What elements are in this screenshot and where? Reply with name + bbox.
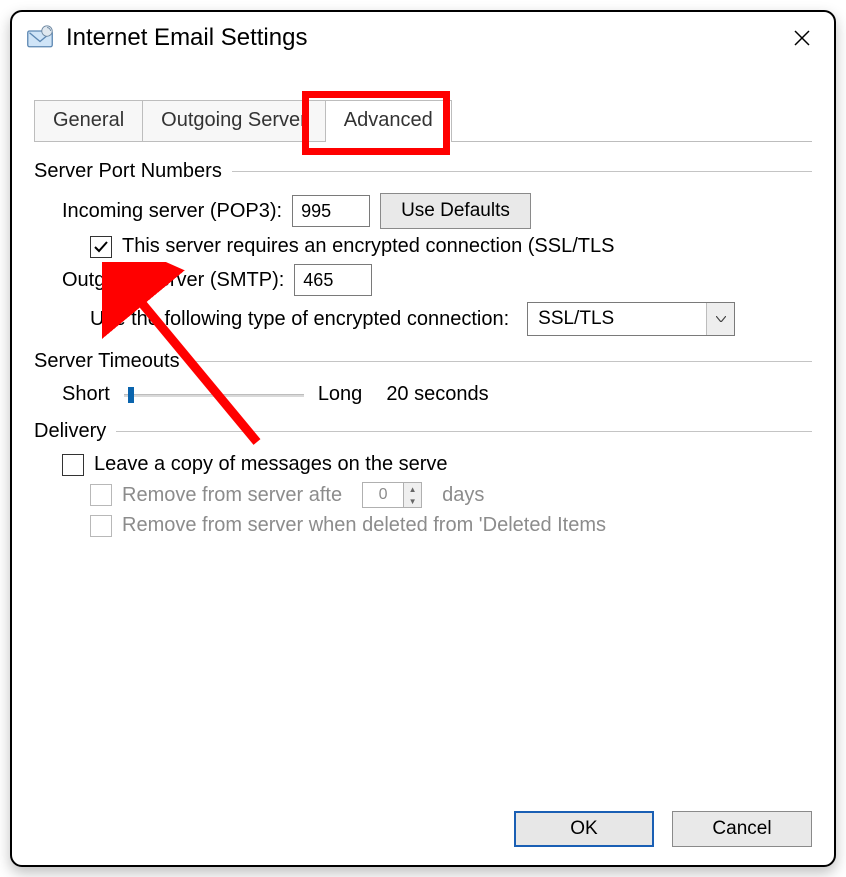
cancel-button[interactable]: Cancel bbox=[672, 811, 812, 847]
close-icon bbox=[793, 29, 811, 47]
group-server-timeouts: Server Timeouts Short Long 20 seconds bbox=[34, 350, 812, 406]
timeout-value: 20 seconds bbox=[386, 383, 488, 406]
window-title: Internet Email Settings bbox=[66, 24, 307, 52]
outgoing-port-label: Outgoing server (SMTP): bbox=[62, 269, 284, 292]
use-defaults-button[interactable]: Use Defaults bbox=[380, 193, 531, 229]
incoming-port-input[interactable] bbox=[292, 195, 370, 227]
tab-pane-advanced: Server Port Numbers Incoming server (POP… bbox=[34, 141, 812, 537]
chevron-down-icon bbox=[706, 303, 734, 335]
spinner-up-icon: ▲ bbox=[404, 483, 421, 495]
leave-copy-label: Leave a copy of messages on the serve bbox=[94, 453, 448, 476]
app-icon bbox=[26, 24, 54, 52]
group-delivery: Delivery Leave a copy of messages on the… bbox=[34, 420, 812, 537]
encryption-type-label: Use the following type of encrypted conn… bbox=[90, 308, 509, 331]
days-label: days bbox=[442, 484, 484, 507]
leave-copy-checkbox[interactable] bbox=[62, 454, 84, 476]
dialog-window: Internet Email Settings General Outgoing… bbox=[10, 10, 836, 867]
dialog-footer: OK Cancel bbox=[514, 811, 812, 847]
remove-after-days-value: 0 bbox=[363, 483, 403, 507]
close-button[interactable] bbox=[784, 20, 820, 56]
remove-after-checkbox bbox=[90, 484, 112, 506]
titlebar: Internet Email Settings bbox=[12, 12, 834, 62]
client-area: General Outgoing Server Advanced Server … bbox=[12, 100, 834, 563]
remove-deleted-checkbox bbox=[90, 515, 112, 537]
remove-after-days-spinner: 0 ▲ ▼ bbox=[362, 482, 422, 508]
encryption-type-value: SSL/TLS bbox=[528, 308, 706, 330]
spinner-down-icon: ▼ bbox=[404, 495, 421, 507]
remove-deleted-label: Remove from server when deleted from 'De… bbox=[122, 514, 606, 537]
ok-button[interactable]: OK bbox=[514, 811, 654, 847]
group-title-delivery: Delivery bbox=[34, 420, 106, 443]
incoming-port-label: Incoming server (POP3): bbox=[62, 200, 282, 223]
encryption-type-select[interactable]: SSL/TLS bbox=[527, 302, 735, 336]
ssl-checkbox[interactable] bbox=[90, 236, 112, 258]
tab-advanced[interactable]: Advanced bbox=[325, 100, 452, 142]
check-icon bbox=[93, 239, 109, 255]
tab-general[interactable]: General bbox=[34, 100, 143, 142]
group-title-ports: Server Port Numbers bbox=[34, 160, 222, 183]
remove-after-label: Remove from server afte bbox=[122, 484, 342, 507]
tab-outgoing-server[interactable]: Outgoing Server bbox=[142, 100, 326, 142]
timeout-short-label: Short bbox=[62, 383, 110, 406]
group-server-port-numbers: Server Port Numbers Incoming server (POP… bbox=[34, 160, 812, 336]
tabstrip: General Outgoing Server Advanced bbox=[34, 100, 812, 142]
group-title-timeouts: Server Timeouts bbox=[34, 350, 180, 373]
outgoing-port-input[interactable] bbox=[294, 264, 372, 296]
timeout-slider[interactable] bbox=[124, 385, 304, 405]
ssl-checkbox-label: This server requires an encrypted connec… bbox=[122, 235, 614, 258]
timeout-long-label: Long bbox=[318, 383, 363, 406]
